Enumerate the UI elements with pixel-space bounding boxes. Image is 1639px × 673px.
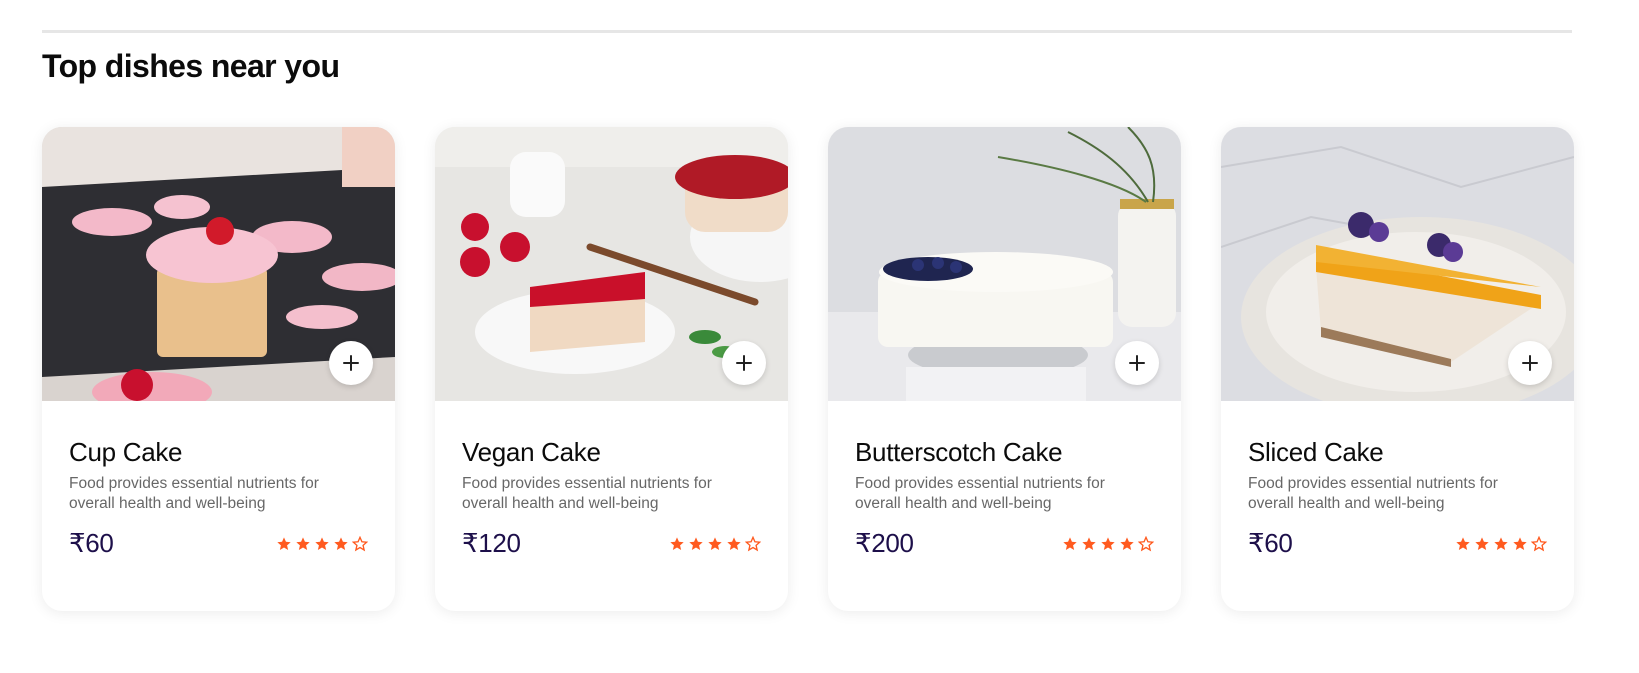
plus-icon xyxy=(1129,355,1145,371)
star-filled-icon xyxy=(1494,536,1508,550)
star-filled-icon xyxy=(1120,536,1134,550)
dish-price: ₹200 xyxy=(855,528,914,558)
star-filled-icon xyxy=(1063,536,1077,550)
dish-image xyxy=(828,127,1181,401)
add-to-cart-button[interactable] xyxy=(722,341,766,385)
dish-description: Food provides essential nutrients for ov… xyxy=(69,475,319,512)
dish-price: ₹60 xyxy=(1248,528,1293,558)
add-to-cart-button[interactable] xyxy=(1508,341,1552,385)
dish-card-list: Cup Cake Food provides essential nutrien… xyxy=(42,127,1574,611)
dish-name: Vegan Cake xyxy=(462,437,601,467)
dish-card[interactable]: Sliced Cake Food provides essential nutr… xyxy=(1221,127,1574,611)
dish-price: ₹60 xyxy=(69,528,114,558)
star-rating xyxy=(1062,535,1154,552)
star-rating xyxy=(276,535,368,552)
star-filled-icon xyxy=(1456,536,1470,550)
star-filled-icon xyxy=(1475,536,1489,550)
dish-card[interactable]: Vegan Cake Food provides essential nutri… xyxy=(435,127,788,611)
section-title: Top dishes near you xyxy=(42,48,340,84)
star-filled-icon xyxy=(315,536,329,550)
star-filled-icon xyxy=(708,536,722,550)
dish-image xyxy=(1221,127,1574,401)
dish-price: ₹120 xyxy=(462,528,521,558)
plus-icon xyxy=(736,355,752,371)
section-divider xyxy=(42,30,1572,33)
dish-name: Butterscotch Cake xyxy=(855,437,1063,467)
star-outline-icon xyxy=(352,535,368,551)
dish-image xyxy=(435,127,788,401)
star-rating xyxy=(669,535,761,552)
dish-description: Food provides essential nutrients for ov… xyxy=(462,475,712,512)
add-to-cart-button[interactable] xyxy=(329,341,373,385)
add-to-cart-button[interactable] xyxy=(1115,341,1159,385)
star-filled-icon xyxy=(1082,536,1096,550)
dish-image xyxy=(42,127,395,401)
star-filled-icon xyxy=(277,536,291,550)
dish-description: Food provides essential nutrients for ov… xyxy=(855,475,1105,512)
star-filled-icon xyxy=(296,536,310,550)
star-filled-icon xyxy=(1513,536,1527,550)
star-outline-icon xyxy=(1138,535,1154,551)
star-filled-icon xyxy=(689,536,703,550)
dish-description: Food provides essential nutrients for ov… xyxy=(1248,475,1498,512)
plus-icon xyxy=(343,355,359,371)
dish-name: Cup Cake xyxy=(69,437,183,467)
star-outline-icon xyxy=(1531,535,1547,551)
star-filled-icon xyxy=(1101,536,1115,550)
star-rating xyxy=(1455,535,1547,552)
star-filled-icon xyxy=(334,536,348,550)
star-filled-icon xyxy=(727,536,741,550)
star-outline-icon xyxy=(745,535,761,551)
star-filled-icon xyxy=(670,536,684,550)
dish-card[interactable]: Butterscotch Cake Food provides essentia… xyxy=(828,127,1181,611)
plus-icon xyxy=(1522,355,1538,371)
dish-card[interactable]: Cup Cake Food provides essential nutrien… xyxy=(42,127,395,611)
dish-name: Sliced Cake xyxy=(1248,437,1384,467)
